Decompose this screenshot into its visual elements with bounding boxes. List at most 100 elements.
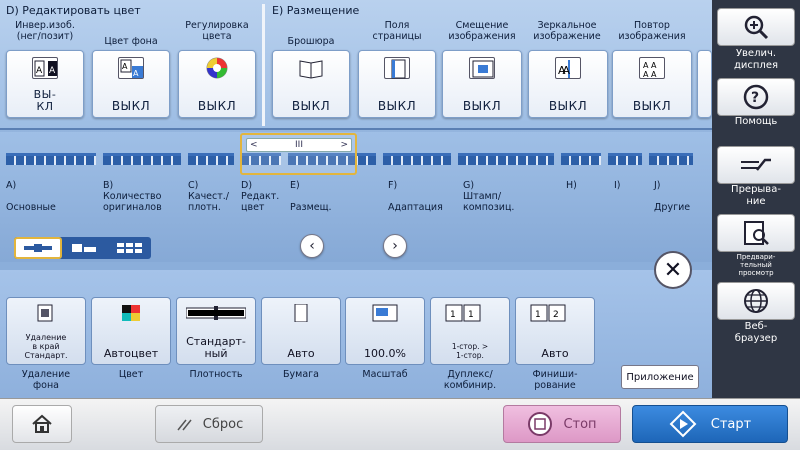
category-label-i[interactable]: I) [614, 180, 621, 191]
stop-button[interactable]: Стоп [503, 405, 621, 443]
web-browser-button[interactable] [717, 282, 795, 320]
image-shift-value: ВЫКЛ [462, 99, 502, 113]
svg-text:A A: A A [643, 70, 657, 79]
fn-label-color-adjust: Регулировка цвета [185, 20, 249, 42]
color-adjust-value: ВЫКЛ [197, 99, 237, 113]
bg-color-button[interactable]: AA ВЫКЛ [92, 50, 170, 118]
zoom-value: 100.0% [364, 347, 406, 360]
globe-icon [744, 289, 768, 313]
category-label-d[interactable]: D) Редакт. цвет [241, 180, 279, 213]
bg-color-value: ВЫКЛ [111, 99, 151, 113]
category-tick-b[interactable] [103, 153, 181, 165]
category-label-g[interactable]: G) Штамп/ композиц. [463, 180, 514, 213]
quick-density[interactable]: Стандарт- ный [176, 297, 256, 365]
next-page-button[interactable]: › [383, 234, 407, 258]
fn-label-repeat: Повтор изображения [618, 20, 686, 42]
help-button[interactable]: ? [717, 78, 795, 116]
application-button[interactable]: Приложение [621, 365, 699, 389]
category-label-e[interactable]: E) Размещ. [290, 180, 332, 213]
invert-value: ВЫ- КЛ [33, 88, 57, 113]
side-label-help: Помощь [734, 116, 778, 127]
background-removal-icon [37, 304, 53, 322]
start-button[interactable]: Старт [632, 405, 788, 443]
grid-view-icon [116, 243, 142, 253]
fn-label-image-shift: Смещение изображения [448, 20, 516, 42]
stop-icon [528, 412, 553, 436]
category-tick-i[interactable] [608, 153, 642, 165]
repeat-image-icon: A AA A [639, 57, 665, 79]
booklet-value: ВЫКЛ [291, 99, 331, 113]
reset-label: Сброс [202, 416, 244, 432]
quick-color[interactable]: Автоцвет [91, 297, 171, 365]
category-label-h[interactable]: H) [566, 180, 577, 191]
zoom-icon [372, 304, 398, 322]
category-tick-j[interactable] [649, 153, 693, 165]
chevron-right-icon: › [392, 238, 398, 254]
chevron-left-icon: ‹ [309, 238, 315, 254]
category-label-b[interactable]: B) Количество оригиналов [103, 180, 162, 213]
duplex-value: 1-стор. > 1-стор. [451, 342, 489, 360]
svg-text:2: 2 [553, 310, 559, 320]
reset-button[interactable]: Сброс [155, 405, 263, 443]
close-icon: ✕ [663, 257, 683, 283]
repeat-image-button[interactable]: A AA A ВЫКЛ [612, 50, 692, 118]
scroller-left-arrow[interactable]: < [250, 140, 258, 150]
invert-icon: AA [32, 57, 58, 79]
category-tick-a[interactable] [6, 153, 96, 165]
view-list-option[interactable] [14, 237, 63, 259]
svg-text:A: A [122, 62, 128, 71]
quick-finishing[interactable]: 12 Авто [515, 297, 595, 365]
quick-duplex[interactable]: 1 1 1-стор. > 1-стор. [430, 297, 510, 365]
preview-button[interactable] [717, 214, 795, 252]
home-button[interactable] [12, 405, 72, 443]
page-margin-value: ВЫКЛ [377, 99, 417, 113]
mirror-image-button[interactable]: AA ВЫКЛ [528, 50, 608, 118]
quick-label-color: Цвет [118, 369, 144, 380]
start-icon [669, 410, 697, 438]
mirror-image-icon: AA [555, 57, 581, 79]
auto-color-icon [122, 305, 140, 321]
category-tick-g[interactable] [458, 153, 554, 165]
scroller-thumb[interactable]: III [295, 140, 303, 150]
category-label-a[interactable]: A) Основные [6, 180, 56, 213]
svg-text:1: 1 [468, 310, 474, 320]
interrupt-button[interactable] [717, 146, 795, 184]
scroller-right-arrow[interactable]: > [340, 140, 348, 150]
svg-text:1: 1 [535, 310, 541, 320]
next-function-button-partial[interactable] [697, 50, 712, 118]
booklet-icon [298, 57, 324, 79]
quick-label-background-removal: Удаление фона [21, 369, 71, 391]
category-label-j[interactable]: J) Другие [654, 180, 690, 213]
paper-value: Авто [287, 347, 315, 360]
category-label-c[interactable]: C) Качест./ плотн. [188, 180, 229, 213]
svg-text:A: A [562, 64, 570, 77]
magnify-display-button[interactable] [717, 8, 795, 46]
quick-background-removal[interactable]: Удаление в край Стандарт. [6, 297, 86, 365]
page-margin-icon [384, 57, 410, 79]
page-margin-button[interactable]: ВЫКЛ [358, 50, 436, 118]
color-adjust-button[interactable]: ВЫКЛ [178, 50, 256, 118]
svg-text:A: A [49, 66, 56, 76]
image-shift-icon [469, 57, 495, 79]
svg-text:1: 1 [450, 310, 456, 320]
category-scroller[interactable]: < III > [240, 133, 357, 175]
quick-paper[interactable]: Авто [261, 297, 341, 365]
view-mode-toggle[interactable] [14, 237, 151, 259]
view-icons-option[interactable] [62, 237, 106, 259]
category-tick-h[interactable] [561, 153, 601, 165]
svg-text:A: A [133, 69, 139, 78]
repeat-image-value: ВЫКЛ [632, 99, 672, 113]
prev-page-button[interactable]: ‹ [300, 234, 324, 258]
side-label-preview: Предвари- тельный просмотр [736, 253, 776, 277]
category-tick-f[interactable] [383, 153, 451, 165]
scroller-track[interactable]: < III > [246, 138, 352, 152]
category-tick-c[interactable] [188, 153, 234, 165]
quick-zoom[interactable]: 100.0% [345, 297, 425, 365]
close-button[interactable]: ✕ [654, 251, 692, 289]
invert-button[interactable]: AA ВЫ- КЛ [6, 50, 84, 118]
booklet-button[interactable]: ВЫКЛ [272, 50, 350, 118]
svg-text:A: A [36, 66, 43, 76]
category-label-f[interactable]: F) Адаптация [388, 180, 443, 213]
image-shift-button[interactable]: ВЫКЛ [442, 50, 522, 118]
view-grid-option[interactable] [107, 237, 151, 259]
